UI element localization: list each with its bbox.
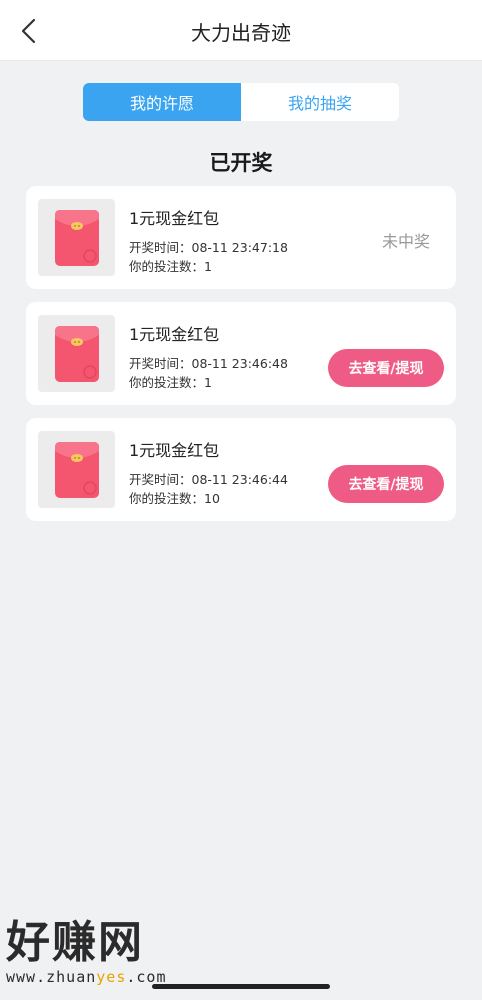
tab-my-lottery[interactable]: 我的抽奖 xyxy=(241,83,399,121)
lottery-record-card: 1元现金红包 开奖时间：08-11 23:47:18 你的投注数：1 未中奖 xyxy=(26,186,456,289)
tab-bar: 我的许愿 我的抽奖 xyxy=(83,83,399,121)
red-envelope-icon xyxy=(55,210,99,266)
watermark-url-prefix: www.zhuan xyxy=(6,968,97,986)
red-envelope-image xyxy=(38,431,115,508)
bet-count: 你的投注数：1 xyxy=(129,259,212,274)
prize-name: 1元现金红包 xyxy=(129,441,220,460)
watermark-url-highlight: yes xyxy=(96,968,127,986)
home-indicator[interactable] xyxy=(152,984,330,989)
view-withdraw-button[interactable]: 去查看/提现 xyxy=(328,349,444,387)
nav-bar: 大力出奇迹 xyxy=(0,0,482,61)
lottery-record-card: 1元现金红包 开奖时间：08-11 23:46:44 你的投注数：10 去查看/… xyxy=(26,418,456,521)
view-withdraw-button[interactable]: 去查看/提现 xyxy=(328,465,444,503)
watermark: 好赚网 www.zhuanyes.com xyxy=(6,917,167,987)
section-title: 已开奖 xyxy=(209,151,273,175)
draw-time: 开奖时间：08-11 23:46:48 xyxy=(129,356,288,371)
watermark-logo: 好赚网 xyxy=(6,917,144,968)
red-envelope-icon xyxy=(55,326,99,382)
watermark-url: www.zhuanyes.com xyxy=(6,968,167,986)
lottery-record-card: 1元现金红包 开奖时间：08-11 23:46:48 你的投注数：1 去查看/提… xyxy=(26,302,456,405)
red-envelope-image xyxy=(38,315,115,392)
prize-name: 1元现金红包 xyxy=(129,325,220,344)
prize-name: 1元现金红包 xyxy=(129,209,220,228)
draw-time: 开奖时间：08-11 23:46:44 xyxy=(129,472,288,487)
page-title: 大力出奇迹 xyxy=(191,21,291,45)
tab-my-wishes[interactable]: 我的许愿 xyxy=(83,83,241,121)
draw-time: 开奖时间：08-11 23:47:18 xyxy=(129,240,288,255)
bet-count: 你的投注数：10 xyxy=(129,491,220,506)
bet-count: 你的投注数：1 xyxy=(129,375,212,390)
status-not-won: 未中奖 xyxy=(381,232,430,251)
red-envelope-icon xyxy=(55,442,99,498)
red-envelope-image xyxy=(38,199,115,276)
